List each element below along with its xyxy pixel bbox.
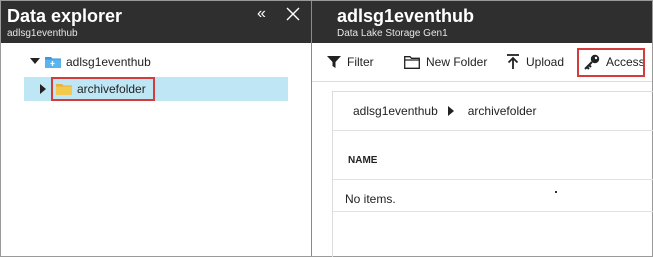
data-explorer-pane: Data explorer adlsg1eventhub « adlsg1eve… [1,1,311,256]
data-explorer-subtitle: adlsg1eventhub [7,28,78,39]
data-explorer-header: Data explorer adlsg1eventhub « [1,1,311,43]
account-title: adlsg1eventhub [337,6,475,26]
close-icon[interactable] [286,7,302,23]
tree-item-adlsg1eventhub[interactable]: adlsg1eventhub [29,50,151,74]
tree-item-label: adlsg1eventhub [66,55,151,69]
new-folder-button[interactable]: New Folder [404,51,487,73]
breadcrumb-arrow-icon [447,106,454,116]
key-icon [584,54,600,70]
filter-icon [327,56,341,68]
account-subtitle: Data Lake Storage Gen1 [337,28,448,39]
upload-icon [507,54,519,69]
toolbar: Filter New Folder Upload Access [312,43,652,79]
toolbar-separator [312,81,652,82]
row-separator [333,211,653,212]
header-separator [333,179,653,180]
breadcrumb-current[interactable]: archivefolder [468,104,537,118]
empty-state-text: No items. [345,192,396,206]
tree-item-label: archivefolder [77,82,146,96]
upload-button[interactable]: Upload [506,51,564,73]
folder-contents-header: adlsg1eventhub Data Lake Storage Gen1 [312,1,652,43]
upload-label: Upload [526,55,565,69]
new-folder-label: New Folder [426,55,488,69]
filter-button[interactable]: Filter [327,51,374,73]
breadcrumb: adlsg1eventhub archivefolder [353,101,536,121]
stray-dot [555,191,557,193]
new-folder-icon [404,55,420,69]
collapse-pane-icon[interactable]: « [257,6,273,23]
breadcrumb-separator [333,130,653,131]
folder-content-area: adlsg1eventhub archivefolder NAME No ite… [332,91,653,257]
caret-down-icon[interactable] [29,58,41,66]
folder-icon [56,83,72,95]
storage-folder-icon [45,56,61,68]
folder-contents-pane: adlsg1eventhub Data Lake Storage Gen1 Fi… [312,1,653,257]
access-button[interactable]: Access [584,51,645,73]
column-header-name[interactable]: NAME [348,155,377,166]
data-explorer-title: Data explorer [7,6,123,26]
access-label: Access [606,55,645,69]
breadcrumb-root[interactable]: adlsg1eventhub [353,104,438,118]
tree-item-archivefolder[interactable]: archivefolder [24,77,288,101]
caret-right-icon[interactable] [38,84,50,94]
filter-label: Filter [347,55,374,69]
